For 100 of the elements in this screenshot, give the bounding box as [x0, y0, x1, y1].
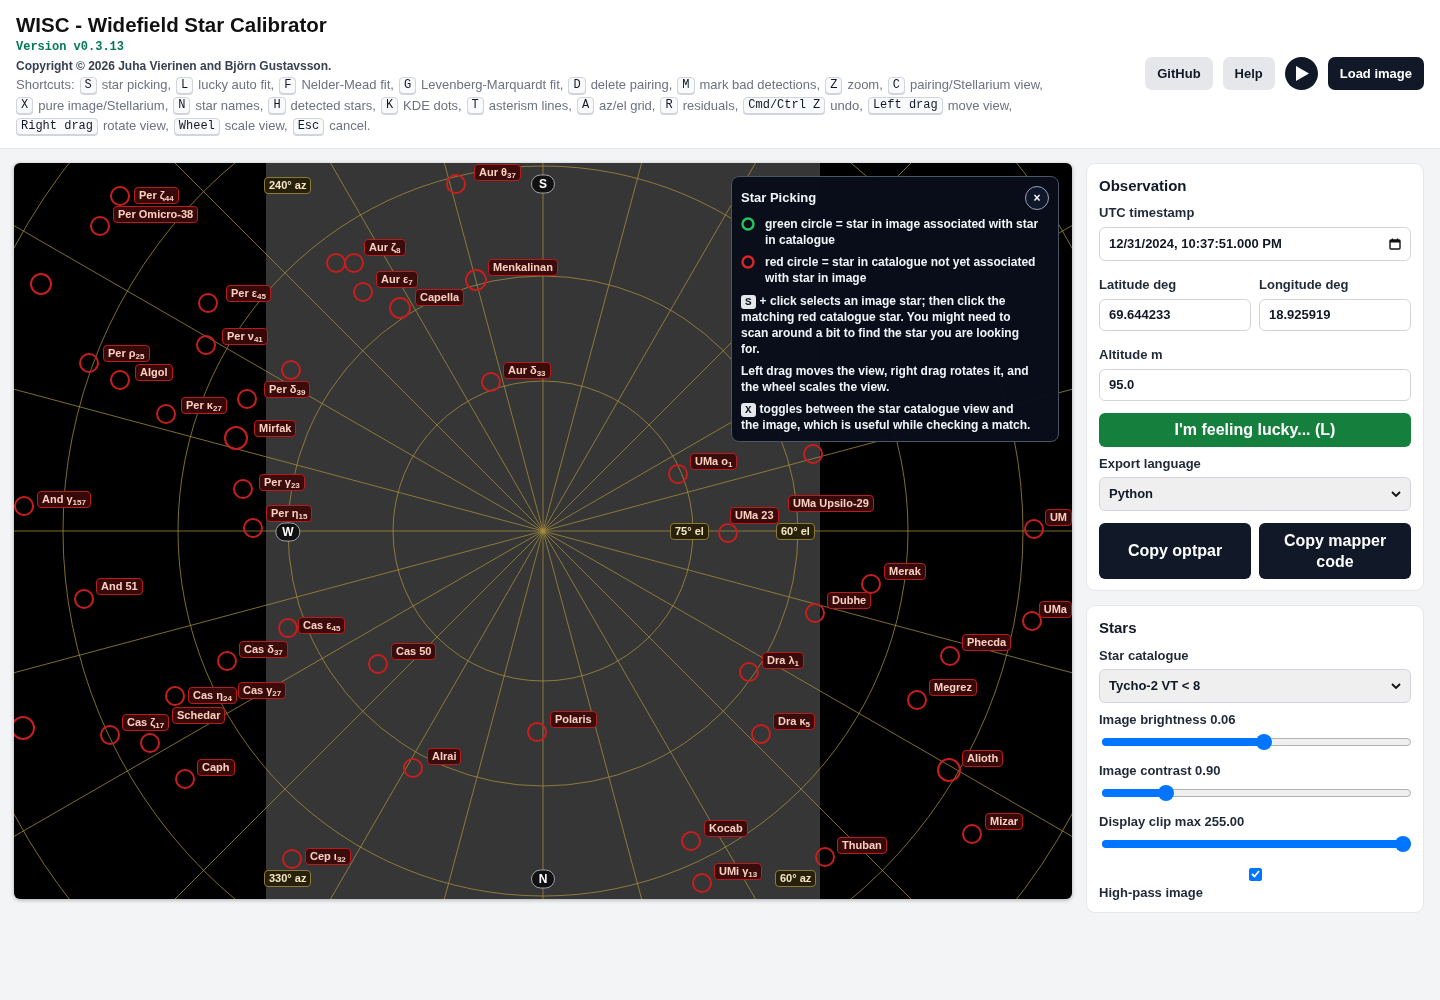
star-marker-icon[interactable]	[196, 334, 216, 355]
slider-thumb[interactable]	[1158, 784, 1175, 801]
shortcut-description: Nelder-Mead fit,	[301, 76, 394, 94]
star-marker-icon[interactable]	[368, 653, 388, 674]
star-marker-icon[interactable]	[907, 689, 927, 710]
latitude-field[interactable]: 69.644233	[1099, 298, 1251, 331]
star-label: Per ν$_{41}$	[222, 327, 268, 345]
shortcut-key: G	[398, 76, 417, 94]
shortcut-key: M	[677, 76, 695, 94]
shortcut-description: rotate view,	[103, 117, 169, 135]
calendar-icon	[1389, 237, 1401, 250]
checkbox[interactable]	[1248, 867, 1262, 881]
sky-view[interactable]	[14, 162, 1072, 899]
star-label: Algol	[135, 363, 173, 381]
header-button[interactable]: Help	[1222, 57, 1275, 91]
star-label: And 51	[96, 577, 143, 595]
shortcut-description: KDE dots,	[403, 96, 462, 115]
longitude-field[interactable]: 18.925919	[1259, 298, 1411, 331]
star-marker-icon[interactable]	[237, 388, 257, 409]
star-marker-icon[interactable]	[281, 359, 301, 380]
shortcut-key: X	[741, 402, 756, 417]
header-button[interactable]: GitHub	[1145, 57, 1213, 91]
shortcut-description: residuals,	[682, 96, 739, 115]
shortcut-key: X	[16, 97, 34, 115]
star-marker-icon[interactable]	[389, 296, 411, 319]
star-marker-icon[interactable]	[465, 268, 487, 291]
star-marker-icon[interactable]	[1024, 518, 1044, 539]
slider-thumb[interactable]	[1255, 733, 1272, 750]
language-select[interactable]: Python	[1099, 476, 1411, 511]
star-marker-icon[interactable]	[110, 369, 130, 390]
star-marker-icon[interactable]	[803, 443, 823, 464]
star-marker-icon[interactable]	[692, 872, 712, 893]
star-marker-icon[interactable]	[344, 252, 364, 273]
star-marker-icon[interactable]	[739, 661, 759, 682]
legend-text: red circle = star in catalogue not yet associated with star in image	[765, 253, 1037, 286]
load-image-button[interactable]: Load image	[1327, 57, 1424, 91]
star-marker-icon[interactable]	[217, 650, 237, 671]
star-marker-icon[interactable]	[962, 823, 982, 844]
star-marker-icon[interactable]	[403, 757, 423, 778]
star-marker-icon[interactable]	[278, 617, 298, 638]
chevron-down-icon	[1391, 490, 1401, 497]
shortcut-key: F	[279, 76, 297, 94]
star-marker-icon[interactable]	[1022, 610, 1042, 631]
star-marker-icon[interactable]	[140, 732, 160, 753]
catalogue-select[interactable]: Tycho-2 VT < 8	[1099, 668, 1411, 703]
star-marker-icon[interactable]	[446, 173, 466, 194]
slider-label: Image brightness 0.06	[1099, 711, 1236, 728]
copy-button[interactable]: Copy mapper code	[1259, 522, 1411, 579]
star-marker-icon[interactable]	[805, 602, 825, 623]
star-marker-icon[interactable]	[100, 724, 120, 745]
star-label: Schedar	[172, 706, 226, 724]
shortcut-description: delete pairing,	[590, 76, 673, 94]
play-button[interactable]	[1284, 57, 1318, 91]
star-marker-icon[interactable]	[481, 371, 501, 392]
close-button[interactable]: ×	[1025, 185, 1049, 210]
card-title: Observation	[1099, 175, 1187, 196]
star-marker-icon[interactable]	[79, 352, 99, 373]
star-marker-icon[interactable]	[751, 723, 771, 744]
star-marker-icon[interactable]	[527, 721, 547, 742]
star-label: Per κ$_{27}$	[181, 396, 227, 414]
star-marker-icon[interactable]	[156, 403, 176, 424]
star-label: Per ε$_{45}$	[226, 284, 271, 302]
shortcut-key: T	[466, 97, 484, 115]
app-title: WISC - Widefield Star Calibrator	[16, 12, 327, 38]
date-field[interactable]: 12/31/2024, 10:37:51.000 PM	[1099, 226, 1411, 261]
star-marker-icon[interactable]	[165, 685, 185, 706]
star-marker-icon[interactable]	[326, 252, 346, 273]
star-marker-icon[interactable]	[110, 185, 130, 206]
star-label: Merak	[884, 562, 926, 580]
copy-button[interactable]: Copy optpar	[1099, 522, 1251, 579]
star-marker-icon[interactable]	[718, 522, 738, 543]
star-marker-icon[interactable]	[14, 715, 35, 740]
star-marker-icon[interactable]	[224, 425, 248, 450]
play-icon	[1296, 66, 1310, 82]
star-marker-icon[interactable]	[815, 846, 835, 867]
star-label: Phecda	[962, 633, 1012, 651]
star-marker-icon[interactable]	[198, 292, 218, 313]
shortcut-key: Wheel	[173, 117, 220, 135]
star-marker-icon[interactable]	[90, 215, 110, 236]
star-marker-icon[interactable]	[861, 573, 881, 594]
lucky-button[interactable]: I'm feeling lucky... (L)	[1099, 412, 1411, 447]
star-marker-icon[interactable]	[681, 830, 701, 851]
star-marker-icon[interactable]	[353, 281, 373, 302]
star-marker-icon[interactable]	[74, 588, 94, 609]
altitude-field[interactable]: 95.0	[1099, 368, 1411, 401]
star-label: And γ$_{157}$	[37, 490, 91, 508]
star-marker-icon[interactable]	[30, 272, 52, 295]
star-marker-icon[interactable]	[937, 757, 961, 782]
star-marker-icon[interactable]	[668, 463, 688, 484]
star-marker-icon[interactable]	[175, 768, 195, 789]
star-marker-icon[interactable]	[233, 478, 253, 499]
star-label: Alioth	[962, 749, 1004, 767]
shortcut-key: L	[176, 76, 194, 94]
star-marker-icon[interactable]	[243, 517, 263, 538]
star-marker-icon[interactable]	[14, 495, 34, 516]
star-marker-icon[interactable]	[940, 645, 960, 666]
slider-thumb[interactable]	[1395, 835, 1411, 852]
shortcut-key: K	[380, 97, 399, 115]
star-marker-icon[interactable]	[282, 848, 302, 869]
shortcut-key: Left drag	[867, 97, 943, 115]
